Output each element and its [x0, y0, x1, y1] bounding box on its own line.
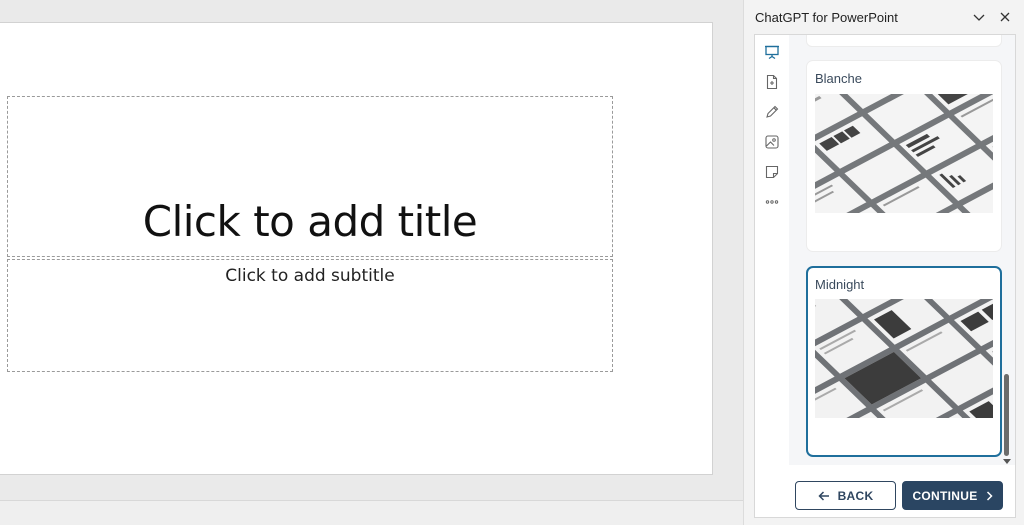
pane-header: ChatGPT for PowerPoint [744, 0, 1024, 34]
title-placeholder[interactable]: Click to add title [7, 96, 613, 257]
back-button[interactable]: BACK [795, 481, 896, 510]
continue-button[interactable]: CONTINUE [902, 481, 1003, 510]
chevron-down-icon[interactable] [971, 9, 987, 25]
theme-thumbnail [815, 94, 993, 213]
theme-list-scrollbar[interactable] [1001, 35, 1013, 467]
back-button-label: BACK [837, 488, 874, 503]
theme-label: Blanche [815, 71, 862, 86]
addin-frame: Blanche Midnight BACK CONTINUE [754, 34, 1016, 518]
icon-rail [755, 35, 789, 475]
pane-title: ChatGPT for PowerPoint [755, 10, 898, 25]
slide-editor: Click to add title Click to add subtitle [0, 0, 743, 525]
subtitle-placeholder[interactable]: Click to add subtitle [7, 259, 613, 372]
image-icon[interactable] [763, 133, 781, 151]
theme-card-partial[interactable] [806, 35, 1002, 47]
presentation-icon[interactable] [763, 43, 781, 61]
scrollbar-thumb[interactable] [1004, 374, 1009, 456]
subtitle-placeholder-text: Click to add subtitle [225, 266, 395, 286]
scroll-down-arrow-icon[interactable] [1003, 459, 1011, 464]
more-icon[interactable] [763, 193, 781, 211]
editor-bottom-strip [0, 500, 743, 525]
chevron-right-icon [986, 490, 993, 501]
title-placeholder-text: Click to add title [142, 197, 478, 246]
theme-card-blanche[interactable]: Blanche [806, 60, 1002, 252]
arrow-left-icon [818, 490, 829, 501]
slide-canvas[interactable]: Click to add title Click to add subtitle [0, 22, 713, 475]
addin-pane: ChatGPT for PowerPoint Blanche Midnight … [743, 0, 1024, 525]
theme-thumbnail [815, 299, 993, 418]
document-add-icon[interactable] [763, 73, 781, 91]
sticky-note-icon[interactable] [763, 163, 781, 181]
continue-button-label: CONTINUE [912, 488, 978, 503]
theme-label: Midnight [815, 277, 865, 292]
pencil-icon[interactable] [763, 103, 781, 121]
theme-card-midnight[interactable]: Midnight [806, 266, 1002, 457]
theme-list: Blanche Midnight [789, 35, 1015, 465]
close-icon[interactable] [997, 9, 1013, 25]
